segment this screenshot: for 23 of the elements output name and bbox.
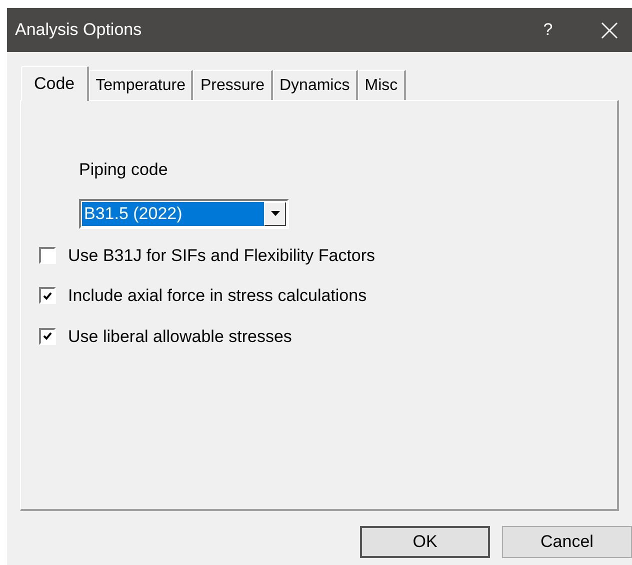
- dropdown-arrow-button[interactable]: [264, 202, 286, 226]
- checkbox[interactable]: [39, 287, 56, 304]
- field-label: Piping code: [79, 159, 169, 181]
- checkbox-label: Use liberal allowable stresses: [68, 326, 292, 348]
- help-button[interactable]: ?: [533, 17, 563, 43]
- checkbox[interactable]: [39, 246, 56, 264]
- checkbox-label: Use B31J for SIFs and Flexibility Factors: [68, 244, 376, 266]
- tab[interactable]: Temperature: [88, 70, 194, 100]
- piping-code-dropdown[interactable]: B31.5 (2022): [79, 198, 289, 228]
- close-icon[interactable]: [601, 22, 618, 38]
- dropdown-value: B31.5 (2022): [82, 202, 264, 226]
- checkbox[interactable]: [39, 328, 56, 345]
- tab[interactable]: Misc: [358, 70, 406, 100]
- window-title: Analysis Options: [15, 19, 143, 42]
- dialog-button[interactable]: Cancel: [502, 526, 632, 558]
- check-icon: [43, 332, 52, 340]
- tab[interactable]: Dynamics: [272, 70, 358, 100]
- tab[interactable]: Code: [21, 66, 89, 101]
- dialog-button[interactable]: OK: [360, 526, 490, 558]
- check-icon: [43, 292, 52, 300]
- caret-icon: [270, 211, 280, 216]
- tab[interactable]: Pressure: [193, 70, 272, 100]
- checkbox-label: Include axial force in stress calculations: [68, 285, 367, 307]
